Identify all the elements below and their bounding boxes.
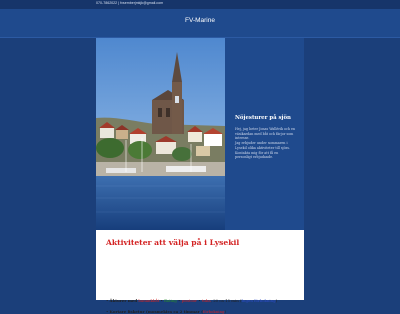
- booking-required-link[interactable]: förbokning: [203, 309, 225, 314]
- hero-section: Nöjesturer på sjön Hej, jag heter Jonas …: [96, 38, 304, 230]
- activity-option: banankbåt: [138, 298, 160, 303]
- hero-description: Hej, jag heter Jonas Wallérik och en väs…: [235, 127, 297, 160]
- activity-duration: , 20 ca 15 min (: [210, 298, 242, 303]
- top-bar: 070-7862022 | fvsemberjmkjk@gmail.com: [0, 0, 400, 9]
- main-content: Nöjesturer på sjön Hej, jag heter Jonas …: [96, 38, 304, 314]
- activity-item-fishing-trip: • Kortare fisketur (mosmekira ca 2 timma…: [106, 309, 296, 314]
- activity-option: tuba: [201, 298, 211, 303]
- harbor-church-photo: [96, 38, 225, 230]
- activities-title: Aktiviteter att välja på i Lysekil: [106, 238, 240, 247]
- booking-note-link[interactable]: Ingen förbokning: [242, 298, 276, 303]
- activity-option: pontoor: [181, 298, 198, 303]
- hero-line: personligt erbjudande.: [235, 155, 274, 160]
- site-title[interactable]: FV-Marine: [0, 17, 400, 24]
- separator: •: [160, 298, 163, 303]
- separator: •: [178, 298, 181, 303]
- contact-info: 070-7862022 | fvsemberjmkjk@gmail.com: [96, 1, 164, 5]
- separator: •: [198, 298, 201, 303]
- hero-line: Lysekil olika aktiviteter till sjöss.: [235, 145, 290, 150]
- site-header: FV-Marine: [0, 9, 400, 38]
- paren-close: ): [224, 309, 227, 314]
- activity-option: flating: [164, 298, 177, 303]
- hero-heading: Nöjesturer på sjön: [235, 115, 291, 121]
- activity-item-boat-rides: • Åkturer med banankbåt • flating • pont…: [106, 298, 296, 303]
- activity-prefix: Åkturer med: [109, 298, 138, 303]
- hero-line: Hej, jag heter Jonas Wallérik och en: [235, 127, 296, 131]
- paren-close: ): [275, 298, 278, 303]
- hero-info-panel: Nöjesturer på sjön Hej, jag heter Jonas …: [225, 38, 304, 230]
- activities-section: Aktiviteter att välja på i Lysekil • Åkt…: [106, 238, 296, 314]
- activity-description: Kortare fisketur (mosmekira ca 2 timmar …: [109, 309, 203, 314]
